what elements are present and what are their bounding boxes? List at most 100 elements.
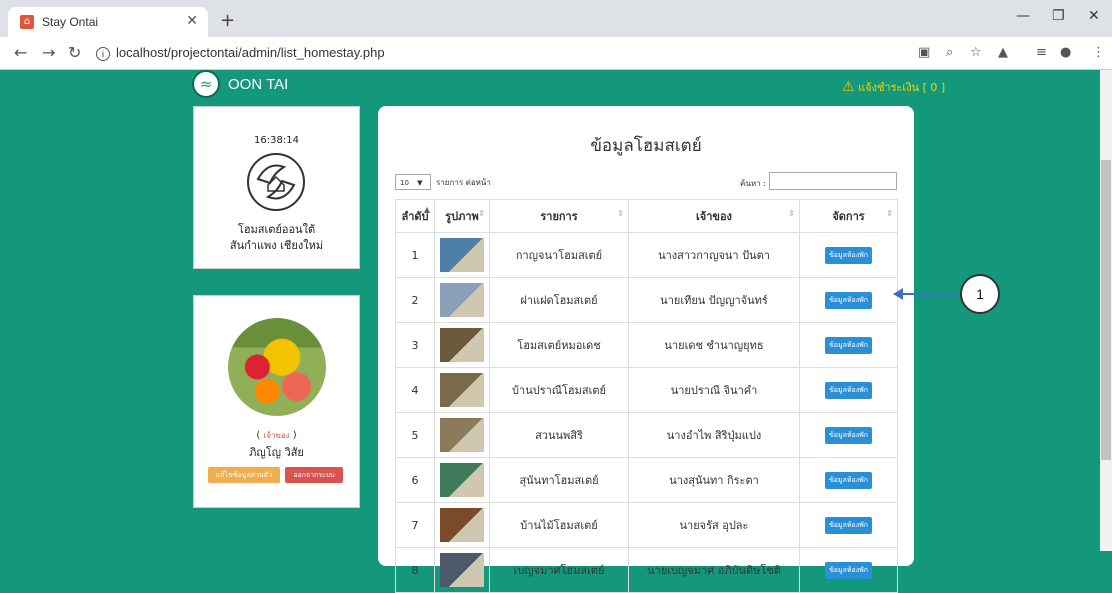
row-manage-cell: ข้อมูลห้องพัก: [799, 502, 898, 548]
table-header-row: ลำดับ ▲ รูปภาพ ⇕ รายการ ⇕ เจ้าของ ⇕ จัดการ ⇕: [395, 199, 898, 233]
sort-icon: ⇕: [617, 209, 624, 218]
homestay-thumbnail[interactable]: [440, 328, 484, 362]
site-logo-icon[interactable]: ≈: [192, 70, 220, 98]
row-owner: นางสาวกาญจนา ปันตา: [628, 232, 800, 278]
user-role: ( เจ้าของ ): [194, 429, 359, 442]
sort-icon: ⇕: [788, 209, 795, 218]
callout-marker: 1: [960, 274, 1000, 314]
row-owner: นางสุนันทา กิระตา: [628, 457, 800, 503]
page-length-label: รายการ ต่อหน้า: [436, 178, 491, 187]
brand-name[interactable]: OON TAI: [228, 76, 288, 93]
row-number: 5: [395, 412, 435, 458]
homestay-name: โฮมสเตย์ออนใต้ สันกำแพง เชียงใหม่: [194, 222, 359, 254]
room-info-button[interactable]: ข้อมูลห้องพัก: [825, 561, 872, 579]
info-icon[interactable]: i: [96, 47, 110, 61]
row-thumbnail-cell: [434, 457, 490, 503]
col-header-image[interactable]: รูปภาพ ⇕: [434, 199, 490, 233]
row-name: กาญจนาโฮมสเตย์: [489, 232, 629, 278]
row-number: 1: [395, 232, 435, 278]
homestay-thumbnail[interactable]: [440, 373, 484, 407]
row-name: เบญจมาศโฮมสเตย์: [489, 547, 629, 593]
row-manage-cell: ข้อมูลห้องพัก: [799, 277, 898, 323]
page-title: ข้อมูลโฮมสเตย์: [590, 136, 702, 156]
room-info-button[interactable]: ข้อมูลห้องพัก: [825, 291, 872, 309]
payment-alert-link[interactable]: ⚠ แจ้งชำระเงิน [ 0 ]: [842, 78, 945, 96]
page-scrollbar[interactable]: [1100, 70, 1112, 551]
row-number: 6: [395, 457, 435, 503]
homestay-thumbnail[interactable]: [440, 463, 484, 497]
table-row: 5 สวนนพสิริ นางอำไพ สิริปุ่มแปง ข้อมูลห้องพ…: [395, 412, 898, 458]
search-label: ค้นหา :: [740, 179, 766, 188]
homestay-name-line1: โฮมสเตย์ออนใต้: [237, 223, 316, 236]
reading-list-icon[interactable]: ≡: [1036, 45, 1047, 60]
zoom-icon[interactable]: ⌕: [946, 45, 953, 60]
page-length-value: 10: [400, 179, 409, 187]
restore-icon[interactable]: ❐: [1052, 8, 1065, 24]
table-row: 7 บ้านไม้โฮมสเตย์ นายจรัส อุปละ ข้อมูลห้องพ…: [395, 502, 898, 548]
room-info-button[interactable]: ข้อมูลห้องพัก: [825, 471, 872, 489]
sort-icon: ⇕: [886, 209, 893, 218]
row-number: 8: [395, 547, 435, 593]
row-manage-cell: ข้อมูลห้องพัก: [799, 412, 898, 458]
new-tab-icon[interactable]: +: [220, 10, 235, 31]
tab-title: Stay Ontai: [42, 15, 99, 29]
homestay-thumbnail[interactable]: [440, 283, 484, 317]
sort-icon: ⇕: [478, 209, 485, 218]
row-thumbnail-cell: [434, 232, 490, 278]
row-owner: นายจรัส อุปละ: [628, 502, 800, 548]
sort-asc-icon: ▲: [423, 205, 430, 214]
row-owner: นายเดช ชำนาญยุทธ: [628, 322, 800, 368]
back-icon[interactable]: ←: [14, 43, 27, 62]
search-input[interactable]: [769, 172, 897, 190]
row-thumbnail-cell: [434, 547, 490, 593]
row-manage-cell: ข้อมูลห้องพัก: [799, 547, 898, 593]
col-header-owner-label: เจ้าของ: [696, 210, 732, 223]
col-header-name[interactable]: รายการ ⇕: [489, 199, 629, 233]
row-thumbnail-cell: [434, 367, 490, 413]
user-name: ภิญโญ วิสัย: [249, 446, 304, 459]
callout-arrow-head: [893, 288, 903, 300]
payment-alert-text: แจ้งชำระเงิน [ 0 ]: [858, 81, 946, 94]
bookmark-star-icon[interactable]: ☆: [970, 45, 982, 60]
homestay-thumbnail[interactable]: [440, 508, 484, 542]
profile-avatar-icon[interactable]: ●: [1060, 45, 1071, 60]
page-length-select[interactable]: 10 ▼: [395, 174, 431, 190]
row-name: บ้านปราณีโฮมสเตย์: [489, 367, 629, 413]
close-window-icon[interactable]: ✕: [1088, 8, 1100, 24]
edit-profile-button[interactable]: แก้ไขข้อมูลส่วนตัว: [208, 467, 280, 483]
col-header-no[interactable]: ลำดับ ▲: [395, 199, 435, 233]
reload-icon[interactable]: ↻: [68, 43, 81, 62]
homestay-thumbnail[interactable]: [440, 238, 484, 272]
room-info-button[interactable]: ข้อมูลห้องพัก: [825, 426, 872, 444]
url-input[interactable]: i localhost/projectontai/admin/list_homes…: [96, 41, 896, 65]
table-row: 6 สุนันทาโฮมสเตย์ นางสุนันทา กิระตา ข้อมูลห…: [395, 457, 898, 503]
role-paren-close: ): [289, 430, 297, 441]
translate-icon[interactable]: ▣: [918, 45, 930, 60]
minimize-icon[interactable]: —: [1016, 8, 1030, 24]
logout-button[interactable]: ออกจากระบบ: [285, 467, 343, 483]
col-header-owner[interactable]: เจ้าของ ⇕: [628, 199, 800, 233]
browser-tab[interactable]: ⌂ Stay Ontai ✕: [8, 7, 208, 37]
row-manage-cell: ข้อมูลห้องพัก: [799, 367, 898, 413]
room-info-button[interactable]: ข้อมูลห้องพัก: [825, 381, 872, 399]
room-info-button[interactable]: ข้อมูลห้องพัก: [825, 516, 872, 534]
homestay-logo-icon: [247, 153, 305, 211]
homestay-thumbnail[interactable]: [440, 553, 484, 587]
user-avatar: [228, 318, 326, 416]
room-info-button[interactable]: ข้อมูลห้องพัก: [825, 336, 872, 354]
row-owner: นายเทียน ปัญญาจันทร์: [628, 277, 800, 323]
row-owner: นายเบญจมาศ อภิบันดิษโชติ: [628, 547, 800, 593]
close-tab-icon[interactable]: ✕: [186, 13, 198, 29]
callout-arrow-line: [900, 293, 958, 295]
menu-kebab-icon[interactable]: ⋮: [1092, 45, 1105, 60]
forward-icon[interactable]: →: [42, 43, 55, 62]
scrollbar-thumb[interactable]: [1101, 160, 1111, 460]
table-row: 2 ฝาแฝดโฮมสเตย์ นายเทียน ปัญญาจันทร์ ข้อมูล…: [395, 277, 898, 323]
col-header-manage[interactable]: จัดการ ⇕: [799, 199, 898, 233]
row-manage-cell: ข้อมูลห้องพัก: [799, 232, 898, 278]
role-text: เจ้าของ: [263, 431, 290, 440]
col-header-manage-label: จัดการ: [832, 210, 865, 223]
extension-icon[interactable]: ▲: [998, 45, 1008, 60]
homestay-thumbnail[interactable]: [440, 418, 484, 452]
room-info-button[interactable]: ข้อมูลห้องพัก: [825, 246, 872, 264]
